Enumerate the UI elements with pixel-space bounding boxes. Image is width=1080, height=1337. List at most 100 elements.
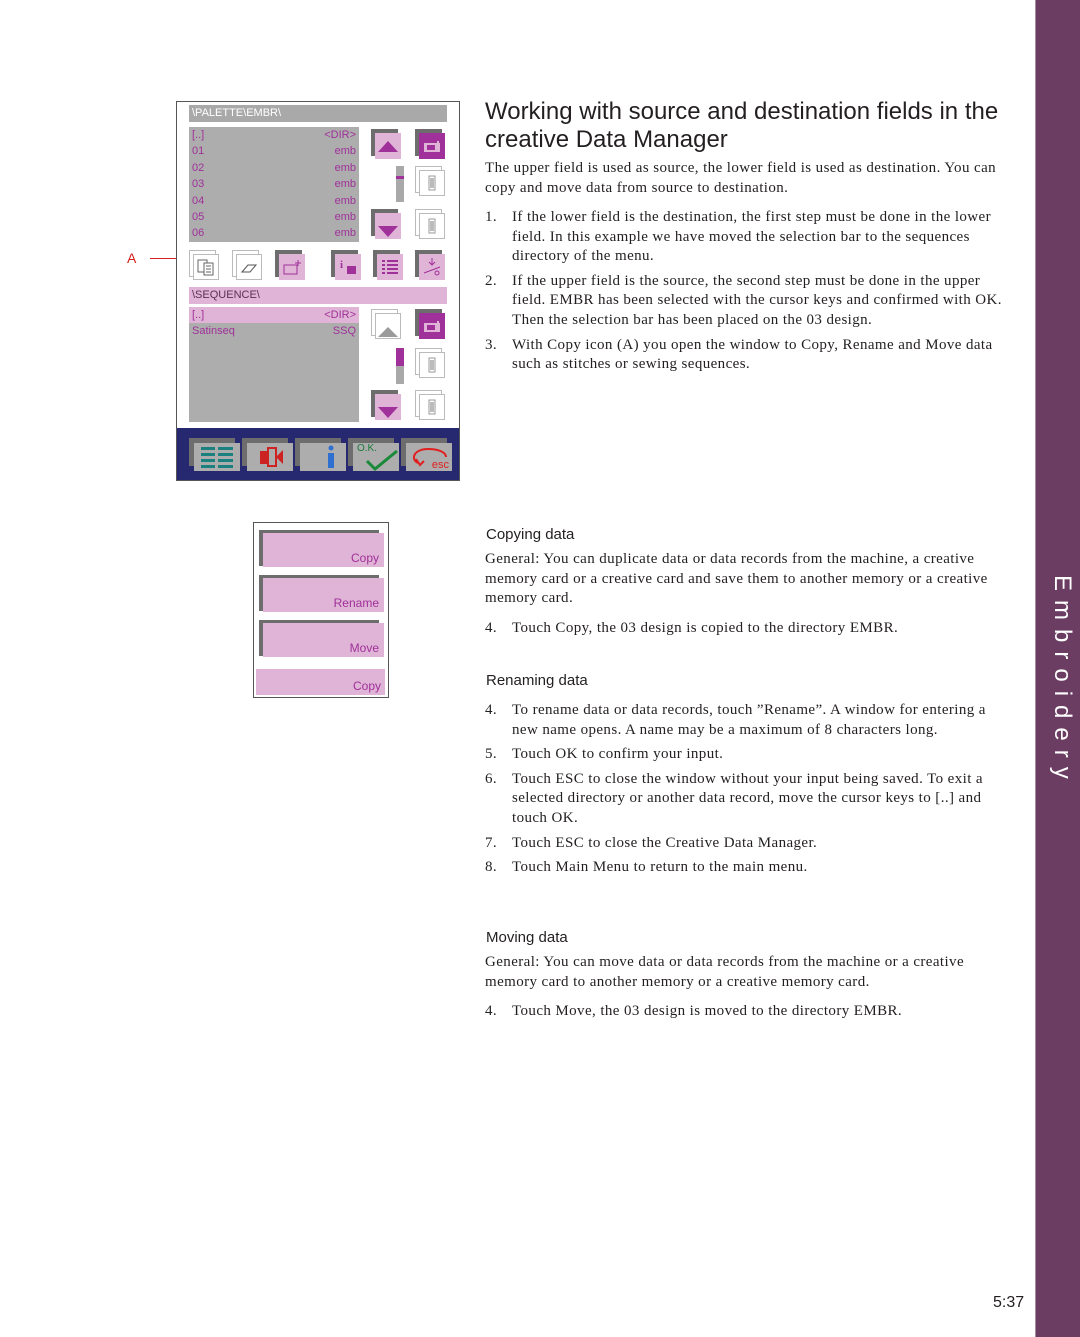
scroll-down-button[interactable] — [371, 390, 401, 420]
sewing-machine-icon — [419, 133, 445, 159]
info-save-button[interactable]: i — [331, 250, 361, 280]
list-item[interactable]: 04 emb — [189, 193, 359, 209]
info-disk-icon: i — [335, 254, 361, 280]
new-folder-icon — [279, 254, 305, 280]
step-item: 4. Touch Move, the 03 design is moved to … — [485, 1002, 1015, 1022]
list-item-selected[interactable]: [..] <DIR> — [189, 307, 359, 324]
copying-general-paragraph: General: You can duplicate data or data … — [485, 551, 988, 607]
exit-button[interactable] — [242, 438, 294, 472]
page-number: 5:37 — [993, 1294, 1025, 1311]
step-item: 4. Touch Copy, the 03 design is copied to… — [485, 619, 1015, 639]
move-option-button[interactable]: Move — [259, 620, 385, 658]
file-operation-popup: Copy Rename Move Copy — [253, 522, 389, 698]
step-item: 7. Touch ESC to close the Creative Data M… — [485, 834, 1015, 854]
item-name: 06 — [192, 227, 205, 240]
exit-door-icon — [247, 443, 293, 471]
sort-button[interactable] — [415, 250, 445, 280]
step-text: Touch ESC to close the window without yo… — [512, 770, 983, 826]
list-item[interactable]: 02 emb — [189, 160, 359, 176]
section-heading-renaming: Renaming data — [486, 672, 588, 689]
renaming-steps: 4. To rename data or data records, touch … — [485, 701, 1015, 883]
move-option-label: Move — [263, 623, 384, 657]
list-item[interactable]: [..] <DIR> — [189, 127, 359, 143]
memory-card-button[interactable] — [415, 348, 445, 378]
scroll-thumb[interactable] — [396, 176, 404, 179]
destination-path-bar: \SEQUENCE\ — [189, 287, 447, 304]
list-item[interactable]: 01 emb — [189, 143, 359, 159]
main-menu-button[interactable] — [189, 438, 241, 472]
creative-card-button[interactable] — [415, 209, 445, 239]
sewing-machine-icon — [419, 313, 445, 339]
step-item: 8. Touch Main Menu to return to the main … — [485, 858, 1015, 878]
machine-memory-button[interactable] — [415, 129, 445, 159]
item-name: [..] — [192, 129, 205, 141]
new-folder-button[interactable] — [275, 250, 305, 280]
memory-card-icon — [419, 352, 445, 378]
arrow-up-icon — [375, 313, 401, 339]
destination-scrollbar[interactable] — [396, 348, 404, 384]
step-item: 5. Touch OK to confirm your input. — [485, 745, 1015, 765]
destination-file-list[interactable]: [..] <DIR> Satinseq SSQ — [189, 307, 359, 422]
step-number: 4. — [485, 702, 498, 718]
list-view-button[interactable] — [373, 250, 403, 280]
step-item: 6. Touch ESC to close the window without … — [485, 770, 1015, 829]
ok-button[interactable]: O.K. — [348, 438, 400, 472]
list-item[interactable]: 03 emb — [189, 176, 359, 192]
info-button[interactable] — [295, 438, 347, 472]
esc-return-icon: esc — [406, 443, 452, 471]
menu-grid-icon — [194, 443, 240, 471]
item-name: 01 — [192, 145, 205, 158]
step-text: With Copy icon (A) you open the window t… — [512, 336, 993, 373]
step-text: If the lower field is the destination, t… — [512, 209, 991, 265]
source-file-list[interactable]: [..] <DIR> 01 emb 02 emb 03 emb 04 emb 05 emb … — [189, 127, 359, 242]
step-item: 1. If the lower field is the destination,… — [485, 208, 1015, 267]
data-manager-screen: \PALETTE\EMBR\ [..] <DIR> 01 emb 02 emb 03 e… — [176, 101, 460, 481]
scroll-up-button[interactable] — [371, 129, 401, 159]
list-item[interactable]: 06 emb — [189, 225, 359, 241]
list-item[interactable]: Satinseq SSQ — [189, 323, 359, 339]
copy-option-button[interactable]: Copy — [259, 530, 385, 568]
step-item: 3. With Copy icon (A) you open the window… — [485, 336, 1015, 375]
memory-card-icon — [419, 170, 445, 196]
popup-status-bar: Copy — [256, 669, 385, 695]
step-number: 4. — [485, 1003, 498, 1019]
source-path-bar: \PALETTE\EMBR\ — [189, 105, 447, 122]
item-name: 02 — [192, 161, 205, 174]
eraser-icon — [236, 254, 262, 280]
machine-memory-button[interactable] — [415, 309, 445, 339]
step-item: 2. If the upper field is the source, the … — [485, 272, 1015, 331]
step-text: Touch Move, the 03 design is moved to th… — [512, 1003, 903, 1019]
copy-button[interactable] — [189, 250, 219, 280]
scroll-down-button[interactable] — [371, 209, 401, 239]
step-text: To rename data or data records, touch ”R… — [512, 702, 986, 738]
step-number: 8. — [485, 859, 498, 876]
creative-card-button[interactable] — [415, 390, 445, 420]
item-type: emb — [334, 161, 356, 174]
procedure-steps: 1. If the lower field is the destination,… — [485, 208, 1015, 380]
arrow-down-icon — [375, 394, 401, 420]
list-icon — [377, 254, 403, 280]
section-heading-copying: Copying data — [486, 526, 575, 543]
item-type: <DIR> — [324, 309, 356, 321]
step-text: Touch OK to confirm your input. — [512, 746, 724, 763]
step-text: Touch ESC to close the Creative Data Man… — [512, 834, 818, 851]
step-text: Touch Copy, the 03 design is copied to t… — [512, 620, 899, 636]
memory-card-button[interactable] — [415, 166, 445, 196]
download-scissors-icon — [419, 254, 445, 280]
memory-card-icon — [419, 394, 445, 420]
item-type: emb — [334, 194, 356, 207]
scroll-up-button-disabled[interactable] — [371, 309, 401, 339]
svg-text:i: i — [340, 259, 343, 271]
item-name: 03 — [192, 178, 205, 191]
moving-general-paragraph: General: You can move data or data recor… — [485, 954, 965, 990]
escape-button[interactable]: esc — [401, 438, 453, 472]
copy-option-label: Copy — [263, 533, 384, 567]
list-item[interactable]: 05 emb — [189, 209, 359, 225]
item-name: 05 — [192, 210, 205, 223]
rename-option-button[interactable]: Rename — [259, 575, 385, 613]
scroll-thumb[interactable] — [396, 348, 404, 366]
source-scrollbar[interactable] — [396, 166, 404, 202]
delete-button[interactable] — [232, 250, 262, 280]
page-title: Working with source and destination fiel… — [485, 98, 999, 153]
bottom-toolbar: O.K. esc — [177, 428, 459, 480]
